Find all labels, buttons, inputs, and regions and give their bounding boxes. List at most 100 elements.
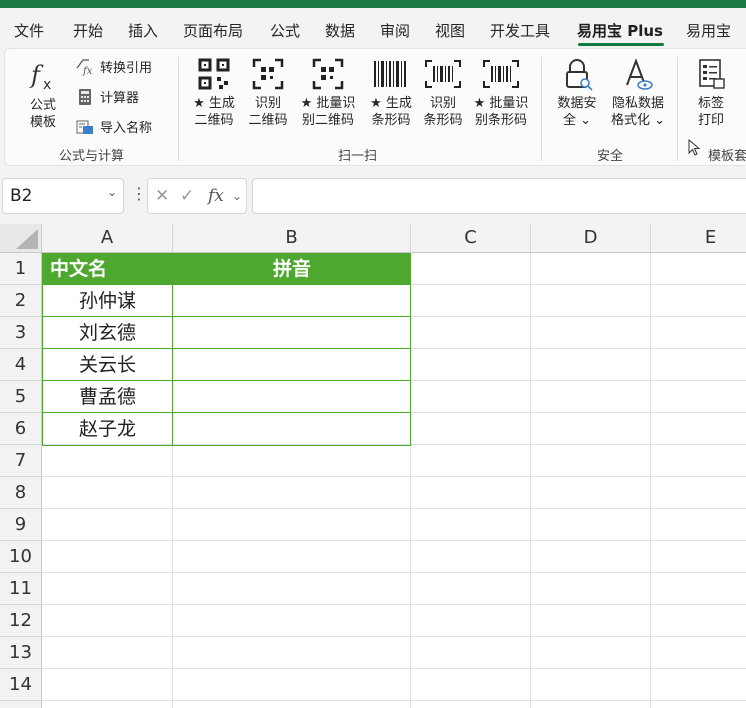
generate-qrcode-button[interactable]: ★ 生成 二维码 [189, 57, 239, 129]
svg-text:fx: fx [82, 66, 93, 76]
qrcode-icon [198, 58, 230, 90]
table-cell-name[interactable]: 赵子龙 [42, 413, 173, 445]
tab-home[interactable]: 开始 [73, 20, 103, 41]
group-separator [541, 57, 542, 161]
row-header[interactable]: 9 [0, 509, 42, 541]
formula-bar: B2 ⌄ ⋮ ✕ ✓ fx ⌄ [0, 168, 746, 224]
more-options-icon[interactable]: ⋮ [131, 184, 147, 203]
row-header[interactable]: 1 [0, 253, 42, 285]
column-header-c[interactable]: C [411, 224, 531, 253]
row-header[interactable]: 12 [0, 605, 42, 637]
row-header[interactable]: 7 [0, 445, 42, 477]
fx-icon: f x [29, 61, 51, 93]
recognize-barcode-button[interactable]: 识别 条形码 [418, 57, 468, 129]
insert-function-icon[interactable]: fx [208, 186, 224, 206]
table-cell-pinyin[interactable] [173, 381, 411, 413]
label-print-button[interactable]: 标签 打印 [689, 57, 733, 129]
scan-group-label: 扫一扫 [338, 149, 378, 164]
row-header[interactable]: 8 [0, 477, 42, 509]
row-header[interactable]: 5 [0, 381, 42, 413]
formula-template-label-2: 模板 [29, 115, 56, 130]
table-cell-name[interactable]: 关云长 [42, 349, 173, 381]
active-tab-indicator [578, 43, 664, 46]
chevron-down-icon[interactable]: ⌄ [107, 185, 117, 199]
security-group-label: 安全 [597, 149, 624, 164]
gridline [42, 604, 746, 605]
tab-yiyongbao[interactable]: 易用宝 [686, 20, 731, 41]
gridline [42, 668, 746, 669]
privacy-format-button[interactable]: 隐私数据 格式化 ⌄ [605, 57, 671, 129]
ribbon-tabs: 文件 开始 插入 页面布局 公式 数据 审阅 视图 开发工具 易用宝 Plus … [0, 8, 746, 48]
table-cell-pinyin[interactable] [173, 349, 411, 381]
column-header-a[interactable]: A [42, 224, 173, 253]
import-name-icon [76, 120, 93, 134]
confirm-icon[interactable]: ✓ [180, 186, 194, 206]
batch-recognize-barcode-button[interactable]: ★ 批量识 别条形码 [468, 57, 534, 129]
table-cell-name[interactable]: 刘玄德 [42, 317, 173, 349]
tab-view[interactable]: 视图 [435, 20, 465, 41]
import-name-button[interactable]: 导入名称 [75, 117, 152, 136]
row-header[interactable]: 14 [0, 669, 42, 701]
lock-icon [566, 59, 593, 91]
formula-template-label-1: 公式 [29, 98, 56, 113]
tab-insert[interactable]: 插入 [128, 20, 158, 41]
name-box[interactable]: B2 ⌄ [2, 178, 124, 214]
formula-buttons: ✕ ✓ fx ⌄ [147, 178, 247, 214]
table-cell-pinyin[interactable] [173, 413, 411, 445]
generate-qrcode-label-1: ★ 生成 [193, 96, 235, 111]
calculator-button[interactable]: 计算器 [75, 87, 139, 106]
cancel-icon[interactable]: ✕ [155, 186, 169, 206]
privacy-format-label-1: 隐私数据 [611, 96, 664, 111]
table-cell-name[interactable]: 孙仲谋 [42, 285, 173, 317]
batch-recognize-qrcode-label-2: 别二维码 [301, 113, 354, 128]
gridline [42, 636, 746, 637]
barcode-batch-icon [483, 60, 519, 88]
convert-reference-button[interactable]: fx 转换引用 [75, 57, 152, 76]
row-header[interactable]: 4 [0, 349, 42, 381]
data-security-button[interactable]: 数据安 全 ⌄ [551, 57, 603, 129]
header-cell-name[interactable]: 中文名 [42, 253, 173, 285]
row-header[interactable]: 13 [0, 637, 42, 669]
row-header[interactable]: 10 [0, 541, 42, 573]
chevron-down-icon[interactable]: ⌄ [232, 189, 242, 203]
fx-convert-icon: fx [76, 58, 93, 76]
gridline [530, 253, 531, 708]
tab-yiyongbao-plus[interactable]: 易用宝 Plus [577, 20, 663, 41]
column-header-e[interactable]: E [651, 224, 746, 253]
recognize-qrcode-label-1: 识别 [254, 96, 281, 111]
chevron-down-icon: ⌄ [654, 113, 666, 128]
tab-file[interactable]: 文件 [14, 20, 44, 41]
batch-recognize-qrcode-button[interactable]: ★ 批量识 别二维码 [295, 57, 361, 129]
row-header[interactable]: 6 [0, 413, 42, 445]
row-header[interactable]: 3 [0, 317, 42, 349]
tab-developer[interactable]: 开发工具 [490, 20, 550, 41]
qrcode-scan-icon [252, 58, 284, 90]
select-all-corner[interactable] [0, 224, 42, 253]
table-cell-pinyin[interactable] [173, 317, 411, 349]
row-header[interactable]: 11 [0, 573, 42, 605]
template-group-label: 模板套 [708, 149, 746, 164]
label-print-label-1: 标签 [697, 96, 724, 111]
tab-formulas[interactable]: 公式 [270, 20, 300, 41]
generate-barcode-button[interactable]: ★ 生成 条形码 [361, 57, 421, 129]
tab-page-layout[interactable]: 页面布局 [183, 20, 243, 41]
header-cell-pinyin[interactable]: 拼音 [173, 253, 411, 285]
column-header-d[interactable]: D [531, 224, 651, 253]
barcode-scan-icon [425, 60, 461, 88]
column-header-b[interactable]: B [173, 224, 411, 253]
tab-review[interactable]: 审阅 [380, 20, 410, 41]
generate-qrcode-label-2: 二维码 [194, 113, 234, 128]
privacy-format-label-2: 格式化 [610, 113, 650, 128]
batch-recognize-qrcode-label-1: ★ 批量识 [300, 96, 356, 111]
table-cell-pinyin[interactable] [173, 285, 411, 317]
formula-input[interactable] [252, 178, 746, 214]
name-box-value: B2 [10, 186, 33, 206]
group-separator [178, 57, 179, 161]
formula-template-button[interactable]: f x 公式 模板 [23, 59, 63, 131]
recognize-barcode-label-1: 识别 [429, 96, 456, 111]
tab-data[interactable]: 数据 [325, 20, 355, 41]
recognize-qrcode-button[interactable]: 识别 二维码 [243, 57, 293, 129]
table-cell-name[interactable]: 曹孟德 [42, 381, 173, 413]
gridline [42, 700, 746, 701]
row-header[interactable]: 2 [0, 285, 42, 317]
